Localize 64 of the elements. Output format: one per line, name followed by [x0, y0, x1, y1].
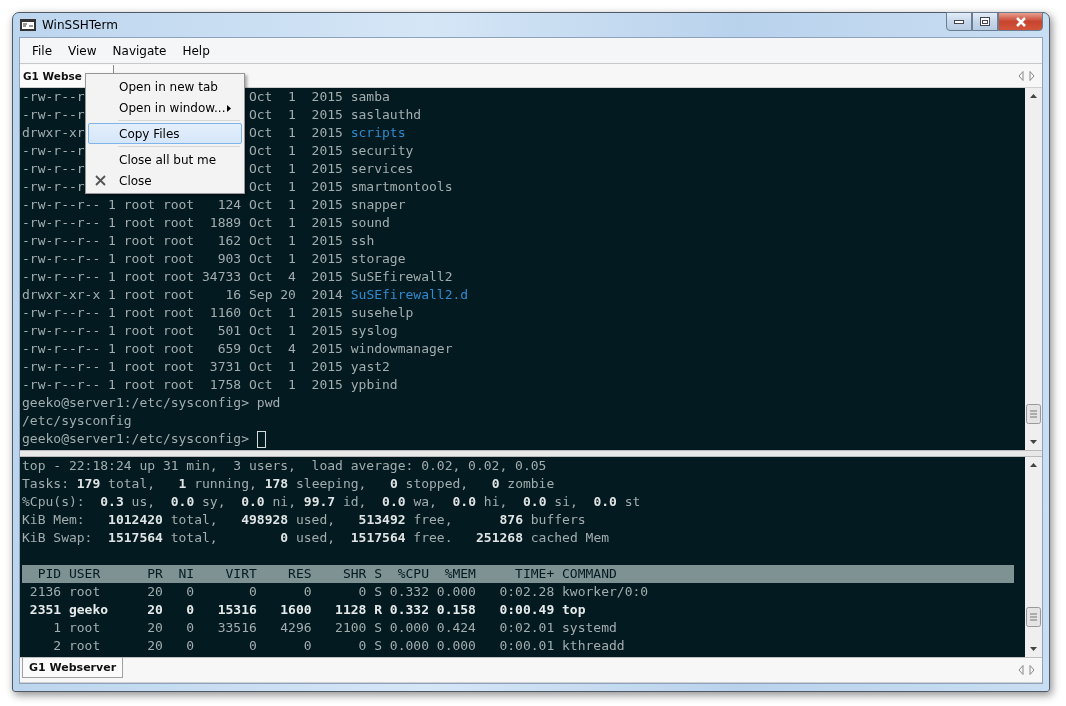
- terminal-line: -rw-r--r: [22, 179, 85, 194]
- terminal-line: -rw-r--r-- 1 root root 162 Oct 1 2015 ssh: [22, 232, 375, 250]
- terminal-line: Oct 1 2015 security: [248, 142, 414, 160]
- maximize-button[interactable]: [972, 12, 998, 31]
- process-row-text: 2 root 20 0 0 0 0 S 0.000 0.000 0:00.01 kthreadd: [52, 637, 626, 655]
- tab-scroll-icon[interactable]: [1018, 665, 1036, 675]
- terminal-line: Oct 1 2015 scripts: [248, 124, 406, 142]
- context-menu-item[interactable]: Open in window...: [88, 97, 242, 118]
- terminal-line: Oct 1 2015 samba: [248, 88, 390, 106]
- terminal-line: Oct 1 2015 services: [248, 160, 414, 178]
- scroll-thumb[interactable]: [1026, 404, 1041, 424]
- scroll-up-icon[interactable]: [1030, 463, 1037, 467]
- session-tab[interactable]: G1 Webserver: [22, 658, 124, 678]
- context-menu-item[interactable]: Close: [88, 170, 242, 191]
- context-menu-item[interactable]: Close all but me: [88, 149, 242, 170]
- menu-item[interactable]: Navigate: [104, 40, 175, 61]
- terminal-line: Tasks: 179 total, 1 running, 178 sleeping, 0 stopped, 0 zombie: [22, 475, 555, 493]
- menu-item[interactable]: File: [24, 40, 61, 61]
- close-button[interactable]: [998, 12, 1043, 31]
- submenu-arrow-icon: [227, 105, 231, 112]
- terminal-line: %Cpu(s): 0.3 us, 0.0 sy, 0.0 ni, 99.7 id, 0.0 wa, 0.0 hi, 0.0 si, 0.0 st: [22, 493, 641, 511]
- terminal-line: Oct 1 2015 saslauthd: [248, 106, 422, 124]
- terminal-line: top - 22:18:24 up 31 min, 3 users, load average: 0.02, 0.02, 0.05: [22, 457, 547, 475]
- terminal-line: -rw-r--r-- 1 root root 1160 Oct 1 2015 susehelp: [22, 304, 414, 322]
- terminal-line: -rw-r--r-- 1 root root 659 Oct 4 2015 windowmanager: [22, 340, 453, 358]
- process-row-text: 1 root 20 0 33516 4296 2100 S 0.000 0.424 0:02.01 systemd: [52, 619, 618, 637]
- minimize-icon: [954, 19, 964, 24]
- terminal-icon: [20, 19, 36, 31]
- terminal-line: Oct 1 2015 smartmontools: [248, 178, 453, 196]
- close-icon: [95, 175, 106, 186]
- terminal-line: drwxr-xr: [22, 125, 85, 140]
- terminal-line: /etc/sysconfig: [22, 412, 132, 430]
- scroll-down-icon[interactable]: [1030, 647, 1037, 651]
- menu-item[interactable]: View: [60, 40, 105, 61]
- scroll-thumb[interactable]: [1026, 607, 1041, 627]
- close-icon: [1014, 16, 1027, 27]
- maximize-icon: [980, 17, 990, 26]
- scroll-down-icon[interactable]: [1030, 440, 1037, 444]
- terminal-line: -rw-r--r: [22, 161, 85, 176]
- terminal-screen[interactable]: [20, 457, 1025, 657]
- terminal-line: -rw-r--r-- 1 root root 1889 Oct 1 2015 sound: [22, 214, 390, 232]
- terminal-line: -rw-r--r-- 1 root root 903 Oct 1 2015 storage: [22, 250, 406, 268]
- scroll-up-icon[interactable]: [1030, 94, 1037, 98]
- terminal-line: -rw-r--r-- 1 root root 501 Oct 1 2015 syslog: [22, 322, 398, 340]
- context-menu-item[interactable]: Copy Files: [88, 123, 242, 144]
- tab-scroll-icon[interactable]: [1018, 70, 1036, 81]
- menu-item[interactable]: Help: [174, 40, 218, 61]
- terminal-line: drwxr-xr-x 1 root root 16 Sep 20 2014 SuSEfirewall2.d: [22, 286, 469, 304]
- terminal-line: KiB Swap: 1517564 total, 0 used, 1517564 free. 251268 cached Mem: [22, 529, 610, 547]
- terminal-line: -rw-r--r-- 1 root root 34733 Oct 4 2015 SuSEfirewall2: [22, 268, 453, 286]
- window-title: WinSSHTerm: [42, 18, 118, 32]
- terminal-line: -rw-r--r-- 1 root root 3731 Oct 1 2015 yast2: [22, 358, 390, 376]
- process-row-text: 2351 geeko 20 0 15316 1600 1128 R 0.332 0.158 0:00.49 top: [28, 601, 587, 619]
- process-table-header: PID USER PR NI VIRT RES SHR S %CPU %MEM TIME+ COMMAND: [22, 565, 1014, 583]
- terminal-line: geeko@server1:/etc/sysconfig> pwd: [22, 394, 281, 412]
- terminal-line: -rw-r--r: [22, 107, 85, 122]
- terminal-line: -rw-r--r-- 1 root root 1758 Oct 1 2015 ypbind: [22, 376, 398, 394]
- terminal-line: -rw-r--r-- 1 root root 124 Oct 1 2015 snapper: [22, 196, 406, 214]
- terminal-line: geeko@server1:/etc/sysconfig>: [22, 430, 250, 448]
- minimize-button[interactable]: [946, 12, 972, 31]
- terminal-line: -rw-r--r: [22, 143, 85, 158]
- process-row-text: 2136 root 20 0 0 0 0 S 0.332 0.000 0:02.28 kworker/0:0: [28, 583, 650, 601]
- terminal-line: -rw-r--r: [22, 89, 85, 104]
- terminal-line: KiB Mem: 1012420 total, 498928 used, 513492 free, 876 buffers: [22, 511, 586, 529]
